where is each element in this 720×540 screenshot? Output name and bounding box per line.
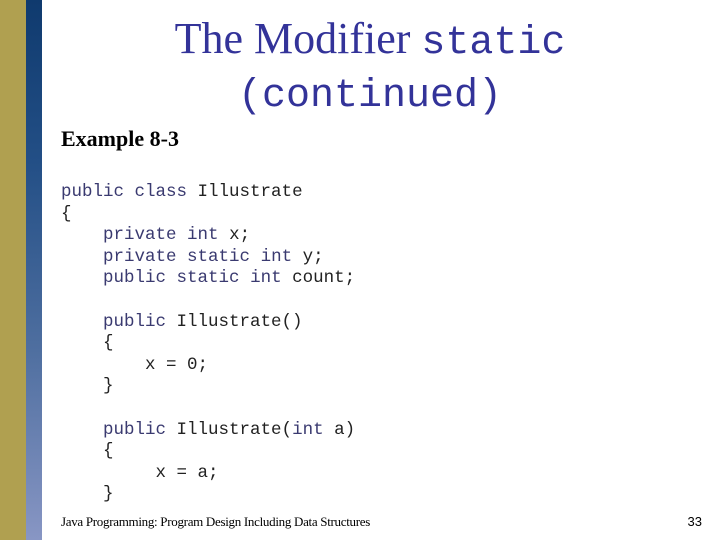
slide-title-line2: (continued): [237, 74, 503, 119]
page-number: 33: [687, 514, 702, 529]
code-line: x = 0;: [61, 354, 209, 375]
code-line: public class Illustrate: [61, 182, 303, 202]
code-line: public Illustrate(): [103, 311, 303, 332]
slide-title: The Modifier static: [0, 14, 720, 69]
footer-text: Java Programming: Program Design Includi…: [61, 514, 370, 529]
code-line: public Illustrate(int a): [103, 419, 356, 440]
example-label: Example 8-3: [61, 126, 179, 151]
title-text: The Modifier: [174, 14, 411, 63]
code-line: {: [61, 441, 114, 462]
code-line: x = a;: [61, 462, 219, 483]
code-line: {: [61, 203, 72, 224]
title-code-word: static: [421, 21, 566, 66]
code-line: }: [61, 376, 114, 397]
code-line: {: [61, 333, 114, 354]
code-line: private int x;: [103, 225, 251, 246]
code-line: }: [61, 484, 114, 505]
code-line: public static int count;: [103, 268, 356, 289]
code-line: private static int y;: [103, 246, 324, 267]
code-block: public class Illustrate{ private int x; …: [61, 182, 355, 506]
